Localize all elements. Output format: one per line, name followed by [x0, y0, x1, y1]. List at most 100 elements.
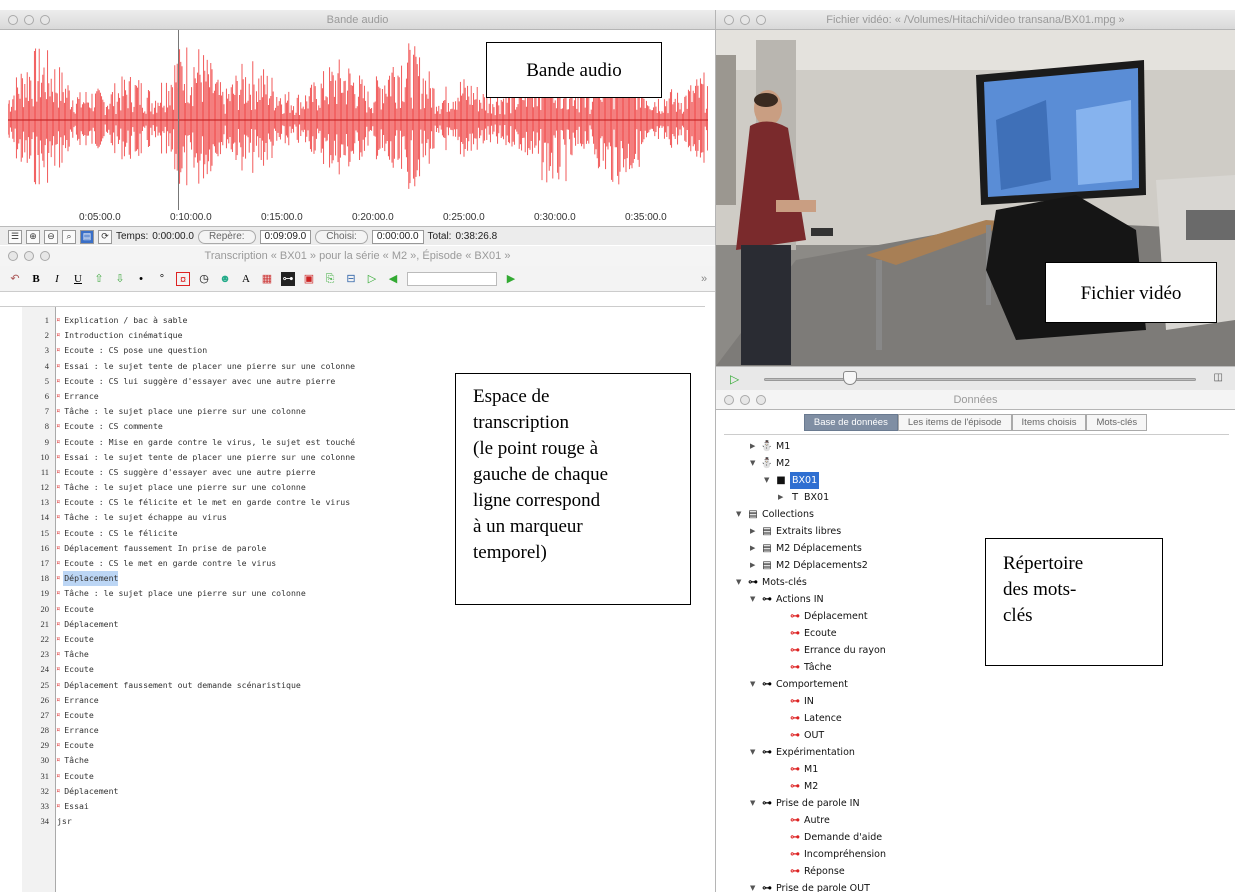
- tree-node-label[interactable]: IN: [804, 693, 814, 710]
- data-titlebar[interactable]: Données: [716, 390, 1235, 410]
- arrow-up-icon[interactable]: ⇧: [92, 272, 106, 286]
- line-text[interactable]: Ecoute: [63, 602, 94, 617]
- transcript-line[interactable]: 19 ¤ Tâche : le sujet place une pierre sur…: [22, 586, 355, 601]
- tree-node[interactable]: ⊶ Déplacement: [736, 608, 886, 625]
- tree-node-label[interactable]: Errance du rayon: [804, 642, 886, 659]
- time-marker-icon[interactable]: ¤: [56, 359, 60, 374]
- transcript-line[interactable]: 21 ¤ Déplacement: [22, 617, 355, 632]
- timecode-icon[interactable]: ¤: [176, 271, 190, 286]
- transcript-line[interactable]: 31 ¤ Ecoute: [22, 769, 355, 784]
- transcript-line[interactable]: 4 ¤ Essai : le sujet tente de placer une p…: [22, 359, 355, 374]
- transcript-line[interactable]: 12 ¤ Tâche : le sujet place une pierre sur…: [22, 480, 355, 495]
- tree-node[interactable]: ▼ ⊶ Prise de parole OUT: [736, 880, 886, 892]
- transcript-line[interactable]: 7 ¤ Tâche : le sujet place une pierre sur …: [22, 404, 355, 419]
- play-icon[interactable]: ▷: [365, 272, 379, 286]
- disclosure-closed-icon[interactable]: ▶: [750, 540, 760, 557]
- tree-node-label[interactable]: Expérimentation: [776, 744, 855, 761]
- tree-node-label[interactable]: M1: [804, 761, 818, 778]
- tree-node[interactable]: ▶ ▤ Extraits libres: [736, 523, 886, 540]
- line-text[interactable]: Essai: [63, 799, 89, 814]
- keyword-icon[interactable]: ⊶: [281, 271, 295, 286]
- time-marker-icon[interactable]: ¤: [56, 586, 60, 601]
- tree-node-label[interactable]: BX01: [804, 489, 829, 506]
- video-slider-track[interactable]: [764, 378, 1196, 381]
- tree-node[interactable]: ▶ ▤ M2 Déplacements2: [736, 557, 886, 574]
- tree-node-label[interactable]: Réponse: [804, 863, 845, 880]
- time-marker-icon[interactable]: ¤: [56, 617, 60, 632]
- transcript-line[interactable]: 9 ¤ Ecoute : Mise en garde contre le virus…: [22, 435, 355, 450]
- tree-node-label[interactable]: Collections: [762, 506, 814, 523]
- line-text[interactable]: Ecoute: [63, 662, 94, 677]
- time-marker-icon[interactable]: ¤: [56, 647, 60, 662]
- tree-node[interactable]: ▼ ⊶ Expérimentation: [736, 744, 886, 761]
- transcript-line[interactable]: 13 ¤ Ecoute : CS le félicite et le met en …: [22, 495, 355, 510]
- tree-node-label[interactable]: Actions IN: [776, 591, 824, 608]
- tree-node[interactable]: ⊶ IN: [736, 693, 886, 710]
- transcript-line[interactable]: 15 ¤ Ecoute : CS le félicite: [22, 526, 355, 541]
- disclosure-open-icon[interactable]: ▼: [750, 591, 760, 608]
- line-text[interactable]: Errance: [63, 389, 99, 404]
- repere-value[interactable]: 0:09:09.0: [259, 229, 312, 244]
- line-text[interactable]: Déplacement: [63, 617, 118, 632]
- tree-node-label[interactable]: M2 Déplacements: [776, 540, 862, 557]
- tree-node[interactable]: ⊶ M2: [736, 778, 886, 795]
- time-marker-icon[interactable]: ¤: [56, 784, 60, 799]
- search-field[interactable]: [407, 271, 497, 286]
- time-marker-icon[interactable]: ¤: [56, 450, 60, 465]
- zoom-dot[interactable]: [756, 15, 766, 25]
- tree-node[interactable]: ▶ T BX01: [736, 489, 886, 506]
- line-text[interactable]: Errance: [63, 723, 99, 738]
- time-marker-icon[interactable]: ¤: [56, 495, 60, 510]
- choisi-button[interactable]: Choisi:: [315, 229, 368, 244]
- transcript-line[interactable]: 16 ¤ Déplacement faussement In prise de pa…: [22, 541, 355, 556]
- tree-node-label[interactable]: Extraits libres: [776, 523, 841, 540]
- transcript-line[interactable]: 22 ¤ Ecoute: [22, 632, 355, 647]
- disclosure-open-icon[interactable]: ▼: [764, 472, 774, 489]
- video-titlebar[interactable]: Fichier vidéo: « /Volumes/Hitachi/video …: [716, 10, 1235, 30]
- tab-mots-cl-s[interactable]: Mots-clés: [1086, 414, 1148, 431]
- tree-node-label[interactable]: Incompréhension: [804, 846, 886, 863]
- time-marker-icon[interactable]: ¤: [56, 465, 60, 480]
- time-marker-icon[interactable]: ¤: [56, 769, 60, 784]
- line-text[interactable]: Déplacement: [63, 784, 118, 799]
- time-marker-icon[interactable]: ¤: [56, 510, 60, 525]
- zoom-in-icon[interactable]: ⊕: [26, 229, 40, 244]
- disclosure-open-icon[interactable]: ▼: [750, 880, 760, 892]
- zoom-dot[interactable]: [40, 251, 50, 261]
- export-icon[interactable]: ⎘: [323, 272, 337, 286]
- transcript-line[interactable]: 29 ¤ Ecoute: [22, 738, 355, 753]
- transcript-line[interactable]: 2 ¤ Introduction cinématique: [22, 328, 355, 343]
- transcript-line[interactable]: 24 ¤ Ecoute: [22, 662, 355, 677]
- tab-items-choisis[interactable]: Items choisis: [1011, 414, 1087, 431]
- time-marker-icon[interactable]: ¤: [56, 556, 60, 571]
- degree-icon[interactable]: °: [155, 272, 169, 286]
- zoom-dot[interactable]: [756, 395, 766, 405]
- close-dot[interactable]: [724, 15, 734, 25]
- line-text[interactable]: Ecoute : Mise en garde contre le virus, …: [63, 435, 355, 450]
- font-icon[interactable]: A: [239, 272, 253, 286]
- close-dot[interactable]: [8, 251, 18, 261]
- tree-node-label[interactable]: Latence: [804, 710, 842, 727]
- tab-base-de-donn-es[interactable]: Base de données: [803, 414, 898, 431]
- time-marker-icon[interactable]: ¤: [56, 571, 60, 586]
- tree-node[interactable]: ⊶ Autre: [736, 812, 886, 829]
- underline-icon[interactable]: U: [71, 272, 85, 286]
- tree-node[interactable]: ⊶ Ecoute: [736, 625, 886, 642]
- tree-node-label[interactable]: Autre: [804, 812, 830, 829]
- tree-node[interactable]: ⊶ Latence: [736, 710, 886, 727]
- transcript-line[interactable]: 30 ¤ Tâche: [22, 753, 355, 768]
- speaker-icon[interactable]: ☻: [218, 272, 232, 286]
- time-marker-icon[interactable]: ¤: [56, 419, 60, 434]
- disclosure-open-icon[interactable]: ▼: [750, 455, 760, 472]
- time-marker-icon[interactable]: ¤: [56, 662, 60, 677]
- tree-node-label[interactable]: Ecoute: [804, 625, 837, 642]
- disclosure-closed-icon[interactable]: ▶: [750, 438, 760, 455]
- time-marker-icon[interactable]: ¤: [56, 313, 60, 328]
- time-marker-icon[interactable]: ¤: [56, 374, 60, 389]
- tree-node[interactable]: ⊶ Errance du rayon: [736, 642, 886, 659]
- line-text[interactable]: Tâche : le sujet place une pierre sur un…: [63, 404, 306, 419]
- tree-node-label[interactable]: OUT: [804, 727, 824, 744]
- transcript-line[interactable]: 18 ¤ Déplacement: [22, 571, 355, 587]
- arrow-down-icon[interactable]: ⇩: [113, 272, 127, 286]
- tree-node[interactable]: ▼ ■ BX01: [736, 472, 886, 489]
